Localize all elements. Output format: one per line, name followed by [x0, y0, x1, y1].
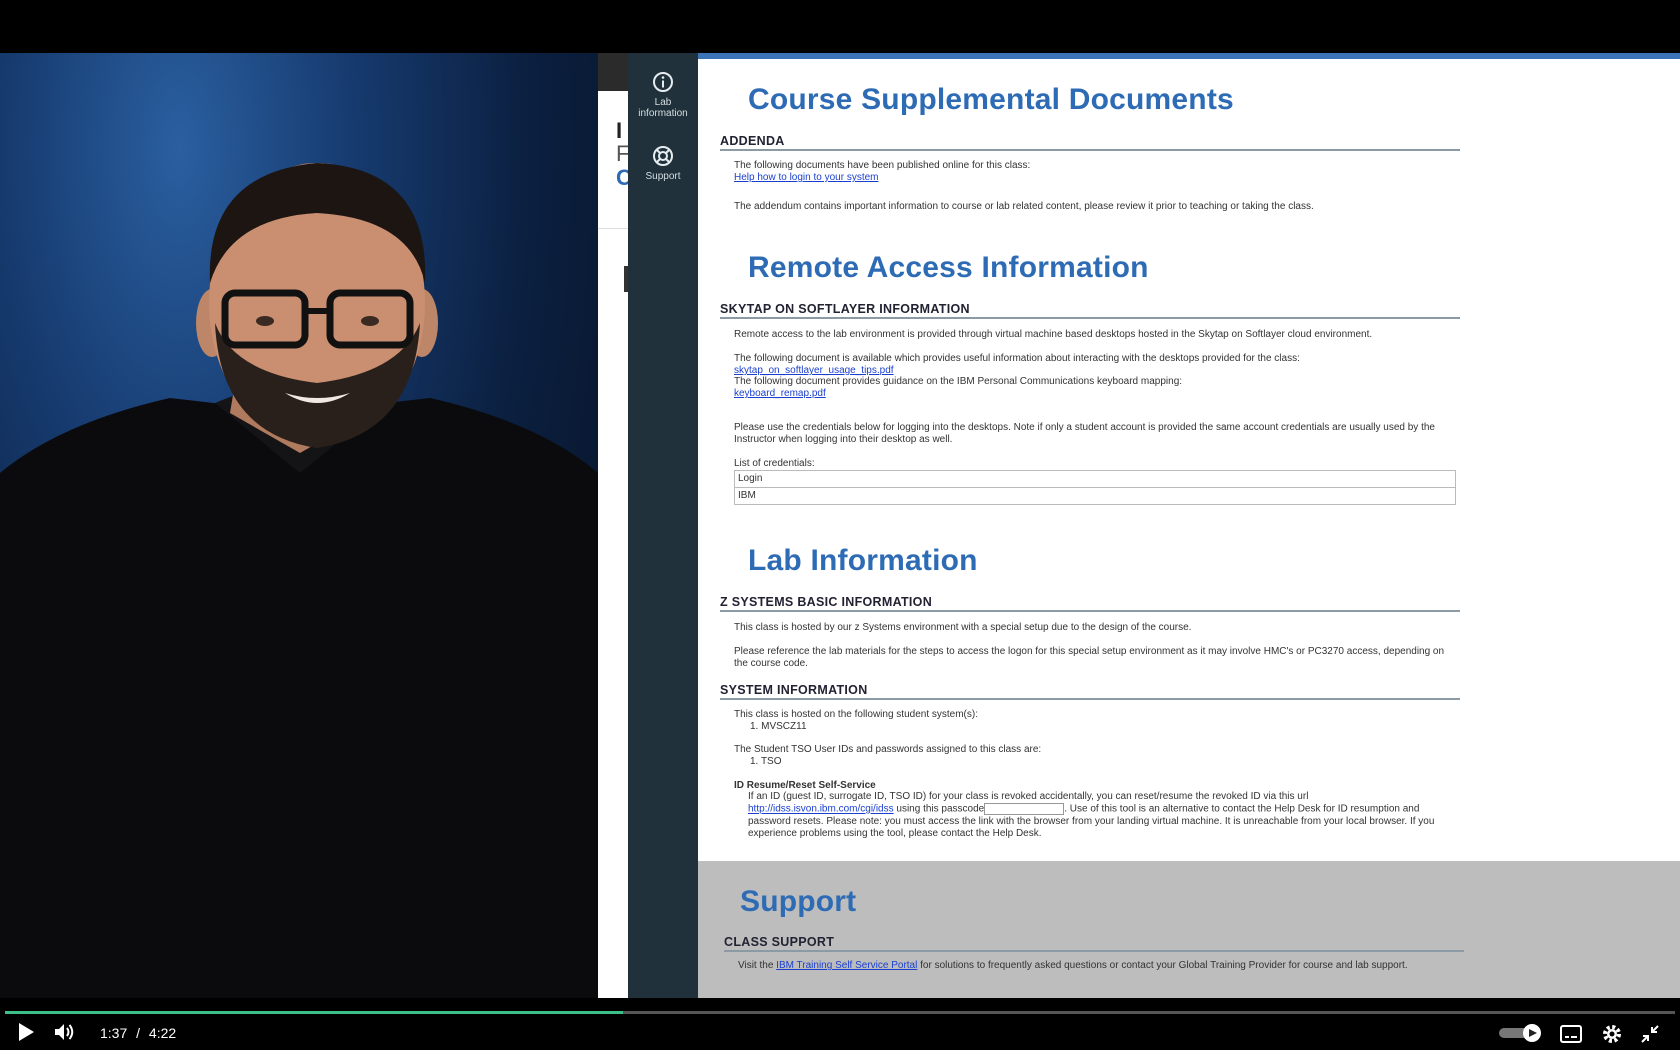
rail-item-lab-information[interactable]: Lab information: [628, 71, 698, 119]
section-title: Remote Access Information: [748, 251, 1149, 284]
section-subheading: ADDENDA: [720, 134, 1460, 151]
duration: 4:22: [148, 1025, 177, 1041]
paragraph: The following document provides guidance…: [734, 376, 1183, 387]
paragraph: If an ID (guest ID, surrogate ID, TSO ID…: [748, 791, 1309, 802]
screen-share: I F C Lab information Support Course Sup…: [598, 53, 1680, 998]
list-item: 1. MVSCZ11: [750, 721, 807, 732]
exit-fullscreen-icon: [1641, 1025, 1659, 1043]
rail-label: Support: [645, 171, 681, 182]
id-resume-paragraph: http://idss.isvon.ibm.com/cgi/idss using…: [748, 803, 1454, 840]
support-section: Support CLASS SUPPORT Visit the IBM Trai…: [698, 861, 1680, 998]
idss-link[interactable]: http://idss.isvon.ibm.com/cgi/idss: [748, 804, 894, 815]
settings-button[interactable]: [1601, 1023, 1623, 1050]
time-display: 1:37 / 4:22: [100, 1025, 176, 1041]
paragraph-text: Visit the: [738, 960, 774, 971]
autoplay-toggle[interactable]: [1498, 1024, 1544, 1047]
paragraph: The addendum contains important informat…: [734, 201, 1314, 212]
paragraph: The Student TSO User IDs and passwords a…: [734, 744, 1042, 755]
rail-item-support[interactable]: Support: [628, 145, 698, 182]
play-icon: [19, 1023, 34, 1041]
background-page: I F C: [598, 53, 632, 998]
paragraph: This class is hosted on the following st…: [734, 709, 978, 720]
rail-label: Lab: [654, 97, 672, 108]
lifebuoy-icon: [653, 146, 673, 166]
presenter-figure: [0, 163, 598, 998]
paragraph-text: using this passcode: [896, 803, 985, 815]
login-help-link[interactable]: Help how to login to your system: [734, 172, 1454, 184]
info-icon: [653, 72, 673, 92]
table-cell: Login: [738, 473, 763, 484]
current-time: 1:37: [100, 1025, 128, 1041]
passcode-field[interactable]: [984, 803, 1065, 815]
paragraph: The following document is available whic…: [734, 353, 1300, 364]
paragraph-text: for solutions to frequently asked questi…: [920, 960, 1408, 971]
play-button[interactable]: [16, 1022, 36, 1047]
list-item: 1. TSO: [750, 756, 782, 767]
gear-icon: [1603, 1025, 1621, 1043]
paragraph: Please reference the lab materials for t…: [734, 646, 1445, 669]
keyboard-remap-link[interactable]: keyboard_remap.pdf: [734, 388, 1454, 400]
side-rail: Lab information Support: [628, 53, 698, 998]
table-row: IBM: [735, 488, 1455, 504]
table-row: Login: [735, 471, 1455, 488]
section-subheading: SKYTAP ON SOFTLAYER INFORMATION: [720, 302, 1460, 319]
paragraph: This class is hosted by our z Systems en…: [734, 622, 1192, 633]
self-service-portal-link[interactable]: IBM Training Self Service Portal: [776, 960, 917, 971]
credentials-table: Login IBM: [734, 470, 1456, 505]
section-title: Lab Information: [748, 544, 978, 577]
paragraph: List of credentials:: [734, 458, 815, 469]
autoplay-toggle-icon: [1499, 1024, 1541, 1042]
progress-fill: [5, 1011, 623, 1014]
captions-icon: [1560, 1025, 1582, 1043]
volume-button[interactable]: [54, 1022, 76, 1047]
support-paragraph: Visit the IBM Training Self Service Port…: [738, 960, 1458, 972]
section-subheading: SYSTEM INFORMATION: [720, 683, 1460, 700]
section-title: Support: [740, 885, 857, 918]
player-controls: [0, 998, 1680, 1050]
section-title: Course Supplemental Documents: [748, 83, 1234, 116]
paragraph: The following documents have been publis…: [734, 160, 1031, 171]
volume-icon: [55, 1024, 74, 1040]
section-subheading: Z SYSTEMS BASIC INFORMATION: [720, 595, 1460, 612]
document-page: Course Supplemental Documents ADDENDA Th…: [698, 53, 1680, 998]
table-cell: IBM: [738, 490, 756, 501]
video-frame[interactable]: I F C Lab information Support Course Sup…: [0, 53, 1680, 998]
paragraph: Remote access to the lab environment is …: [734, 329, 1373, 340]
page-accent-bar: [698, 53, 1680, 59]
time-separator: /: [136, 1025, 141, 1041]
captions-button[interactable]: [1560, 1025, 1582, 1048]
progress-bar[interactable]: [5, 1011, 1675, 1014]
rail-label: information: [638, 108, 688, 119]
section-subheading: CLASS SUPPORT: [724, 935, 1464, 952]
presenter-video: [0, 53, 598, 998]
exit-fullscreen-button[interactable]: [1640, 1024, 1660, 1049]
paragraph: Please use the credentials below for log…: [734, 422, 1435, 445]
